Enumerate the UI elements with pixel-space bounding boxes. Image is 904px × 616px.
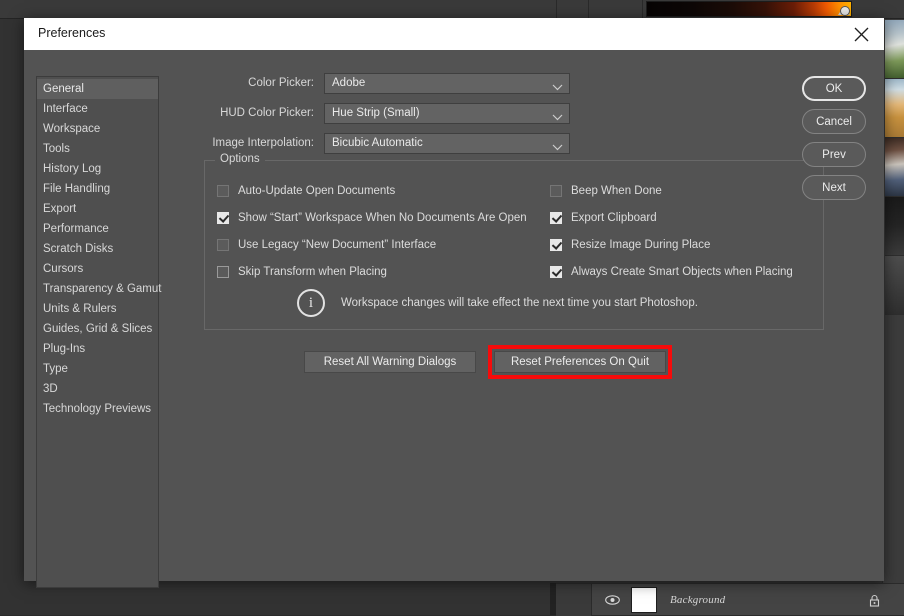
sidebar-item-3d[interactable]: 3D	[37, 379, 158, 399]
color-picker-label: Color Picker:	[248, 77, 314, 89]
hud-color-picker-select[interactable]: Hue Strip (Small)	[324, 102, 570, 126]
reset-button-group: Reset All Warning Dialogs Reset Preferen…	[304, 345, 672, 379]
toolbar-separator	[556, 0, 557, 19]
prev-button[interactable]: Prev	[802, 142, 866, 167]
thumbnail-strip	[885, 20, 904, 315]
checkbox-box[interactable]	[550, 184, 562, 197]
checkbox-label: Beep When Done	[571, 184, 662, 197]
dialog-titlebar[interactable]: Preferences	[24, 18, 884, 50]
sidebar-item-workspace[interactable]: Workspace	[37, 119, 158, 139]
options-left-column: Auto-Update Open Documents Show “Start” …	[217, 181, 567, 289]
info-icon: i	[297, 289, 325, 317]
checkbox-always-create-smart-objects[interactable]: Always Create Smart Objects when Placing	[550, 262, 818, 281]
close-icon[interactable]	[838, 18, 884, 50]
color-picker-select[interactable]: Adobe	[324, 72, 570, 96]
preferences-dialog: Preferences General Interface Workspace …	[24, 18, 884, 588]
thumbnail-item[interactable]	[885, 79, 904, 138]
general-settings-form: Color Picker: Adobe HUD Color Picker: Hu…	[174, 72, 814, 162]
hud-color-picker-label: HUD Color Picker:	[220, 107, 314, 119]
image-interpolation-value: Bicubic Automatic	[332, 137, 423, 149]
checkbox-label: Always Create Smart Objects when Placing	[571, 265, 793, 278]
chevron-down-icon	[552, 108, 563, 126]
toolbar-separator	[642, 0, 643, 19]
checkbox-label: Show “Start” Workspace When No Documents…	[238, 211, 527, 224]
checkbox-box[interactable]	[550, 265, 562, 278]
color-picker-value: Adobe	[332, 77, 366, 89]
reset-all-warning-dialogs-button[interactable]: Reset All Warning Dialogs	[304, 351, 476, 373]
highlight-box: Reset Preferences On Quit	[488, 345, 672, 379]
checkbox-box[interactable]	[217, 238, 229, 251]
sidebar-item-guides-grid-slices[interactable]: Guides, Grid & Slices	[37, 319, 158, 339]
checkbox-show-start-workspace[interactable]: Show “Start” Workspace When No Documents…	[217, 208, 567, 227]
checkbox-box[interactable]	[217, 265, 229, 278]
checkbox-label: Skip Transform when Placing	[238, 265, 387, 278]
hud-color-picker-value: Hue Strip (Small)	[332, 107, 420, 119]
checkbox-beep-when-done[interactable]: Beep When Done	[550, 181, 818, 200]
sidebar-item-cursors[interactable]: Cursors	[37, 259, 158, 279]
dialog-title: Preferences	[38, 26, 106, 40]
layer-name-label: Background	[670, 594, 726, 606]
checkbox-auto-update-open-documents[interactable]: Auto-Update Open Documents	[217, 181, 567, 200]
screen: Background Preferences General Interface…	[0, 0, 904, 616]
checkbox-label: Auto-Update Open Documents	[238, 184, 396, 197]
sidebar-item-type[interactable]: Type	[37, 359, 158, 379]
checkbox-box[interactable]	[550, 238, 562, 251]
thumbnail-item[interactable]	[885, 256, 904, 315]
sidebar-item-tools[interactable]: Tools	[37, 139, 158, 159]
chevron-down-icon	[552, 78, 563, 96]
options-groupbox: Options Auto-Update Open Documents Show …	[204, 153, 824, 330]
checkbox-resize-image-during-place[interactable]: Resize Image During Place	[550, 235, 818, 254]
field-image-interpolation: Image Interpolation: Bicubic Automatic	[174, 132, 814, 154]
checkbox-box[interactable]	[550, 211, 562, 224]
sidebar-item-export[interactable]: Export	[37, 199, 158, 219]
gradient-preview-swatch[interactable]	[646, 1, 852, 17]
checkbox-use-legacy-new-document-interface[interactable]: Use Legacy “New Document” Interface	[217, 235, 567, 254]
sidebar-item-file-handling[interactable]: File Handling	[37, 179, 158, 199]
eye-icon[interactable]	[599, 595, 625, 605]
thumbnail-item[interactable]	[885, 197, 904, 256]
layer-row-background[interactable]: Background	[593, 584, 886, 616]
reset-preferences-on-quit-button[interactable]: Reset Preferences On Quit	[494, 351, 666, 373]
options-right-column: Beep When Done Export Clipboard Resize I…	[550, 181, 818, 289]
ok-button[interactable]: OK	[802, 76, 866, 101]
checkbox-label: Resize Image During Place	[571, 238, 711, 251]
sidebar-item-transparency-gamut[interactable]: Transparency & Gamut	[37, 279, 161, 299]
info-message-text: Workspace changes will take effect the n…	[341, 297, 698, 309]
field-hud-color-picker: HUD Color Picker: Hue Strip (Small)	[174, 102, 814, 124]
sidebar-item-interface[interactable]: Interface	[37, 99, 158, 119]
lock-icon[interactable]	[869, 594, 880, 607]
sidebar-item-performance[interactable]: Performance	[37, 219, 158, 239]
checkbox-skip-transform-when-placing[interactable]: Skip Transform when Placing	[217, 262, 567, 281]
sidebar-item-general[interactable]: General	[37, 79, 158, 99]
field-color-picker: Color Picker: Adobe	[174, 72, 814, 94]
checkbox-box[interactable]	[217, 184, 229, 197]
checkbox-label: Export Clipboard	[571, 211, 657, 224]
layers-panel-gutter	[556, 584, 592, 616]
thumbnail-item[interactable]	[885, 138, 904, 197]
image-interpolation-select[interactable]: Bicubic Automatic	[324, 132, 570, 156]
preferences-category-list: General Interface Workspace Tools Histor…	[36, 76, 161, 588]
sidebar-item-technology-previews[interactable]: Technology Previews	[37, 399, 158, 419]
options-bar	[0, 0, 904, 19]
layer-thumbnail[interactable]	[631, 587, 657, 613]
options-group-title: Options	[215, 153, 265, 165]
checkbox-label: Use Legacy “New Document” Interface	[238, 238, 437, 251]
sidebar-item-history-log[interactable]: History Log	[37, 159, 158, 179]
chevron-down-icon	[552, 138, 563, 156]
sidebar-item-plug-ins[interactable]: Plug-Ins	[37, 339, 158, 359]
workspace-info-message: i Workspace changes will take effect the…	[297, 289, 698, 317]
image-interpolation-label: Image Interpolation:	[212, 137, 314, 149]
sidebar-item-scratch-disks[interactable]: Scratch Disks	[37, 239, 158, 259]
layers-panel: Background	[556, 583, 904, 616]
next-button[interactable]: Next	[802, 175, 866, 200]
toolbar-separator	[588, 0, 589, 19]
dialog-action-buttons: OK Cancel Prev Next	[802, 76, 866, 200]
checkbox-box[interactable]	[217, 211, 229, 224]
cancel-button[interactable]: Cancel	[802, 109, 866, 134]
sidebar-item-units-rulers[interactable]: Units & Rulers	[37, 299, 158, 319]
checkbox-export-clipboard[interactable]: Export Clipboard	[550, 208, 818, 227]
thumbnail-item[interactable]	[885, 20, 904, 79]
dialog-body: General Interface Workspace Tools Histor…	[24, 50, 884, 588]
gradient-stop-knob-icon[interactable]	[841, 7, 849, 15]
